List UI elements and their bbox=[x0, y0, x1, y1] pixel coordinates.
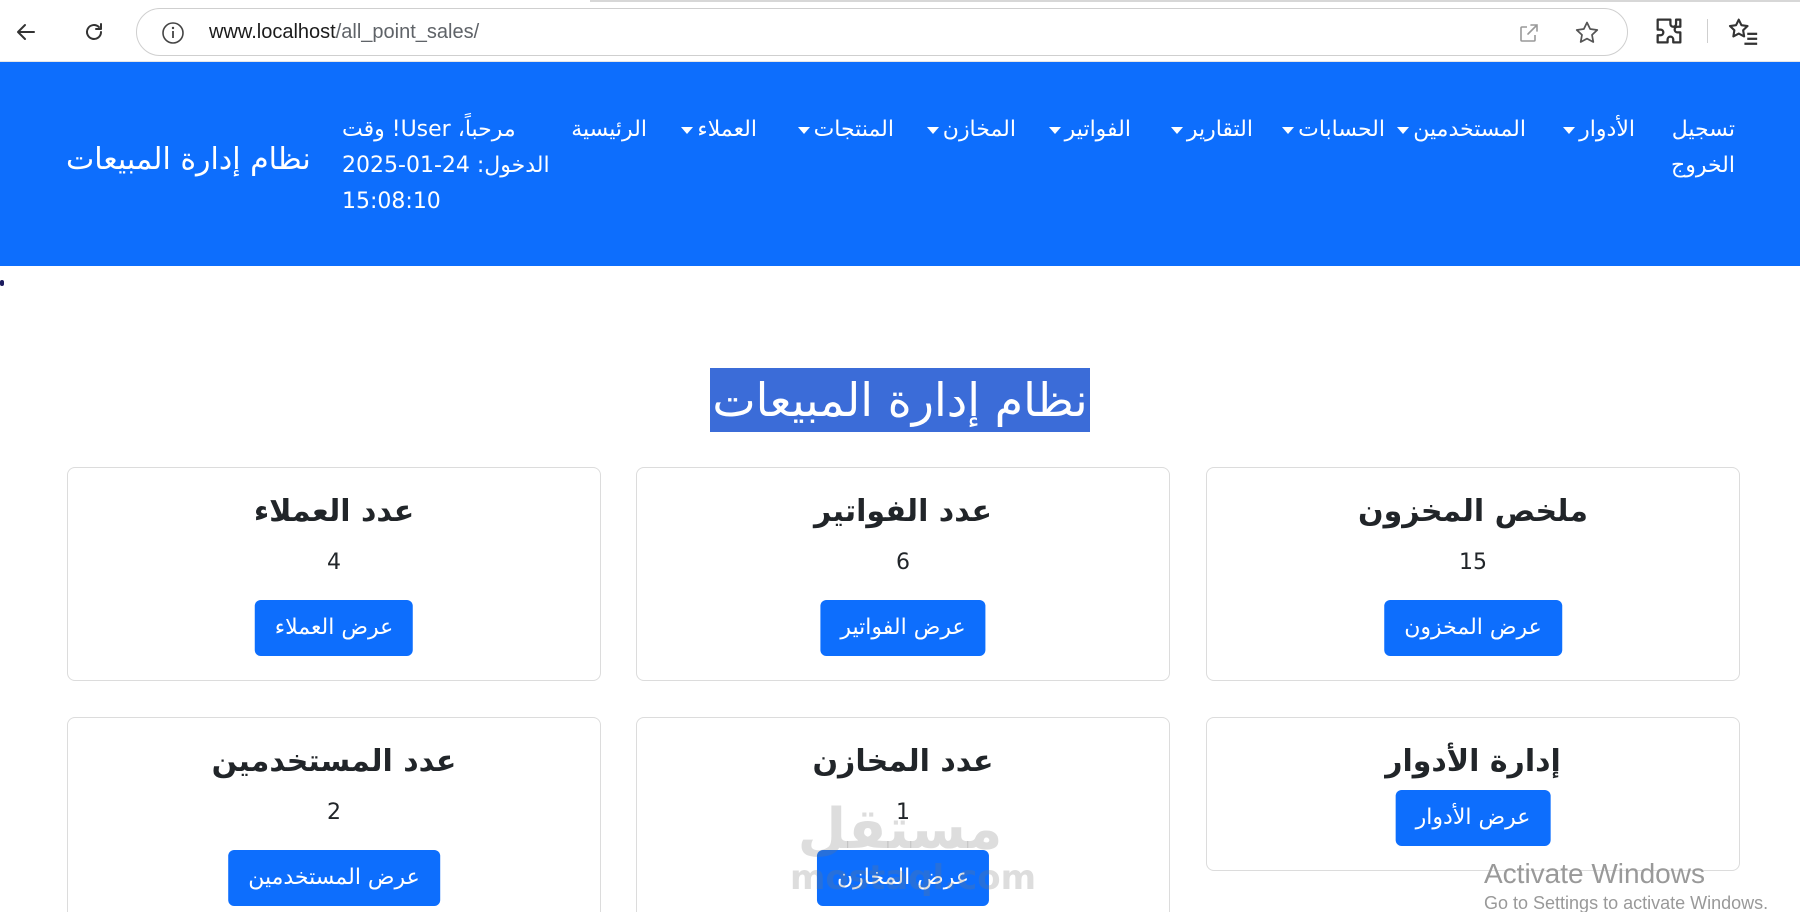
nav-link-products[interactable]: المنتجات bbox=[796, 112, 894, 148]
activate-subtitle: Go to Settings to activate Windows. bbox=[1484, 893, 1769, 912]
card-warehouses: عدد المخازن 1 عرض المخازن bbox=[636, 717, 1170, 912]
nav-links: تسجيل الخروج الأدوار المستخدمين الحسابات… bbox=[570, 112, 1735, 192]
nav-link-label: المخازن bbox=[942, 117, 1016, 142]
welcome-line-2: الدخول: 24-01-2025 bbox=[342, 153, 550, 178]
nav-link-home[interactable]: الرئيسية bbox=[571, 112, 647, 148]
nav-link-label: الأدوار bbox=[1579, 117, 1635, 142]
nav-link-accounts[interactable]: الحسابات bbox=[1280, 112, 1385, 148]
star-icon[interactable] bbox=[1573, 19, 1601, 47]
card-title: عدد المخازن bbox=[812, 744, 994, 779]
view-warehouses-button[interactable]: عرض المخازن bbox=[816, 850, 990, 906]
card-value: 15 bbox=[1459, 550, 1487, 575]
nav-link-label: التقارير bbox=[1186, 117, 1253, 142]
url-path: /all_point_sales/ bbox=[335, 21, 480, 43]
caret-down-icon bbox=[681, 126, 694, 134]
welcome-line-1: مرحباً، User! وقت bbox=[342, 117, 516, 142]
logout-label-line-2: الخروج bbox=[1671, 153, 1735, 178]
favorites-icon[interactable] bbox=[1726, 14, 1760, 48]
card-title: عدد الفواتير bbox=[813, 494, 993, 529]
logout-link[interactable]: تسجيل الخروج bbox=[1671, 112, 1735, 184]
extensions-icon[interactable] bbox=[1652, 14, 1686, 48]
nav-link-label: العملاء bbox=[697, 117, 757, 142]
open-in-app-icon[interactable] bbox=[1517, 21, 1541, 45]
tab-strip-line bbox=[590, 0, 1800, 2]
caret-down-icon bbox=[1170, 126, 1183, 134]
card-invoices: عدد الفواتير 6 عرض الفواتير bbox=[636, 467, 1170, 681]
card-users: عدد المستخدمين 2 عرض المستخدمين bbox=[67, 717, 601, 912]
stray-mark bbox=[0, 280, 4, 286]
card-title: إدارة الأدوار bbox=[1385, 744, 1561, 779]
card-customers: عدد العملاء 4 عرض العملاء bbox=[67, 467, 601, 681]
info-icon[interactable] bbox=[161, 21, 185, 45]
arrow-left-icon bbox=[17, 24, 35, 40]
card-title: عدد المستخدمين bbox=[211, 744, 457, 779]
back-button[interactable] bbox=[6, 12, 46, 52]
browser-toolbar: www.localhost/all_point_sales/ bbox=[0, 0, 1800, 62]
card-value: 2 bbox=[327, 800, 341, 825]
welcome-line-3: 15:08:10 bbox=[342, 189, 441, 214]
nav-link-invoices[interactable]: الفواتير bbox=[1047, 112, 1131, 148]
view-inventory-button[interactable]: عرض المخزون bbox=[1384, 600, 1562, 656]
page-title: نظام إدارة المبيعات bbox=[710, 368, 1090, 432]
reload-icon bbox=[86, 23, 102, 40]
welcome-text: مرحباً، User! وقت الدخول: 24-01-2025 15:… bbox=[342, 112, 552, 220]
nav-link-label: المنتجات bbox=[813, 117, 894, 142]
url-text[interactable]: www.localhost/all_point_sales/ bbox=[209, 21, 479, 44]
nav-link-customers[interactable]: العملاء bbox=[679, 112, 757, 148]
card-value: 1 bbox=[896, 800, 910, 825]
card-value: 4 bbox=[327, 550, 341, 575]
view-customers-button[interactable]: عرض العملاء bbox=[254, 600, 414, 656]
navbar-brand[interactable]: نظام إدارة المبيعات bbox=[66, 142, 311, 177]
url-host: www.localhost bbox=[209, 21, 336, 43]
nav-link-reports[interactable]: التقارير bbox=[1169, 112, 1253, 148]
card-title: عدد العملاء bbox=[253, 494, 415, 529]
address-bar[interactable]: www.localhost/all_point_sales/ bbox=[136, 8, 1628, 56]
nav-link-users[interactable]: المستخدمين bbox=[1395, 112, 1526, 148]
app-navbar: نظام إدارة المبيعات مرحباً، User! وقت ال… bbox=[0, 62, 1800, 266]
view-roles-button[interactable]: عرض الأدوار bbox=[1395, 790, 1551, 846]
toolbar-separator bbox=[1707, 19, 1708, 43]
view-users-button[interactable]: عرض المستخدمين bbox=[228, 850, 440, 906]
card-title: ملخص المخزون bbox=[1357, 494, 1588, 529]
caret-down-icon bbox=[1282, 126, 1295, 134]
caret-down-icon bbox=[1048, 126, 1061, 134]
nav-link-label: الرئيسية bbox=[571, 117, 647, 142]
nav-link-label: الفواتير bbox=[1064, 117, 1131, 142]
nav-link-label: الحسابات bbox=[1298, 117, 1385, 142]
view-invoices-button[interactable]: عرض الفواتير bbox=[820, 600, 986, 656]
nav-link-label: المستخدمين bbox=[1413, 117, 1526, 142]
caret-down-icon bbox=[1563, 126, 1576, 134]
nav-link-warehouses[interactable]: المخازن bbox=[925, 112, 1016, 148]
caret-down-icon bbox=[797, 126, 810, 134]
nav-link-roles[interactable]: الأدوار bbox=[1561, 112, 1635, 148]
card-inventory: ملخص المخزون 15 عرض المخزون bbox=[1206, 467, 1740, 681]
reload-button[interactable] bbox=[74, 12, 114, 52]
caret-down-icon bbox=[926, 126, 939, 134]
logout-label-line-1: تسجيل bbox=[1671, 117, 1735, 142]
card-roles: إدارة الأدوار عرض الأدوار bbox=[1206, 717, 1740, 871]
caret-down-icon bbox=[1397, 126, 1410, 134]
card-value: 6 bbox=[896, 550, 910, 575]
page-heading: نظام إدارة المبيعات bbox=[0, 368, 1800, 432]
